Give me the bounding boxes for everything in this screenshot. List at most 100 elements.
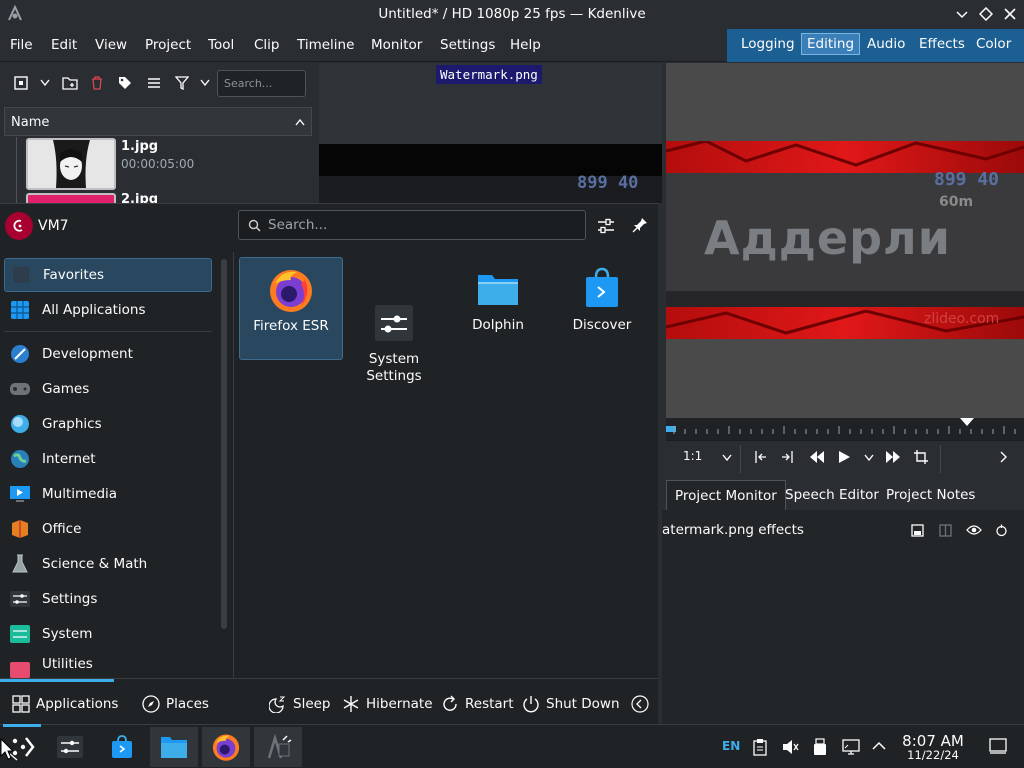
volume-muted-icon[interactable] xyxy=(781,738,799,756)
more-actions-button[interactable] xyxy=(631,695,655,713)
maximize-icon[interactable] xyxy=(979,7,993,21)
monitor-ruler[interactable] xyxy=(666,418,1024,440)
clipboard-icon[interactable] xyxy=(752,738,768,756)
places-tab[interactable]: Places xyxy=(142,695,209,713)
category-development[interactable]: Development xyxy=(4,337,212,371)
add-clip-icon[interactable] xyxy=(14,76,28,90)
restart-icon xyxy=(443,695,457,711)
configure-icon[interactable] xyxy=(597,217,615,235)
zoom-level[interactable]: 1:1 xyxy=(683,449,702,463)
rewind-icon[interactable] xyxy=(809,450,825,464)
crop-icon[interactable] xyxy=(914,450,928,464)
tab-speech-editor[interactable]: Speech Editor xyxy=(777,480,887,510)
launcher-footer: Applications Places Sleep Hibernate Rest… xyxy=(0,678,658,725)
sort-ascending-icon[interactable] xyxy=(295,118,305,126)
tab-project-monitor[interactable]: Project Monitor xyxy=(666,480,786,510)
delete-icon[interactable] xyxy=(90,76,104,90)
menu-project[interactable]: Project xyxy=(145,37,191,53)
category-science-math[interactable]: Science & Math xyxy=(4,547,212,581)
hibernate-button[interactable]: Hibernate xyxy=(342,695,433,713)
menu-view[interactable]: View xyxy=(95,37,127,53)
taskbar-firefox[interactable] xyxy=(202,727,250,767)
chevron-down-icon[interactable] xyxy=(722,454,732,462)
category-games[interactable]: Games xyxy=(4,372,212,406)
favorite-dolphin[interactable]: Dolphin xyxy=(446,257,550,360)
compare-icon[interactable] xyxy=(939,524,952,537)
chevron-down-icon[interactable] xyxy=(200,79,210,87)
bin-search-input[interactable]: Search... xyxy=(217,70,306,97)
filter-icon[interactable] xyxy=(175,76,189,90)
new-folder-icon[interactable] xyxy=(62,76,78,90)
show-desktop-icon[interactable] xyxy=(989,738,1007,754)
menu-timeline[interactable]: Timeline xyxy=(297,37,354,53)
multimedia-icon xyxy=(8,482,32,506)
menu-tool[interactable]: Tool xyxy=(208,37,234,53)
menu-settings[interactable]: Settings xyxy=(440,37,495,53)
save-effect-icon[interactable] xyxy=(911,524,924,537)
keyboard-layout-indicator[interactable]: EN xyxy=(722,739,740,753)
category-system[interactable]: System xyxy=(4,617,212,651)
tab-project-notes[interactable]: Project Notes xyxy=(878,480,983,510)
bin-column-header[interactable]: Name xyxy=(4,107,312,136)
forward-icon[interactable] xyxy=(885,450,901,464)
menu-help[interactable]: Help xyxy=(510,37,541,53)
applications-tab[interactable]: Applications xyxy=(12,695,118,713)
chevron-down-icon[interactable] xyxy=(864,454,874,462)
favorite-system-settings[interactable]: System Settings xyxy=(342,257,446,384)
category-internet[interactable]: Internet xyxy=(4,442,212,476)
menu-monitor[interactable]: Monitor xyxy=(371,37,422,53)
category-multimedia[interactable]: Multimedia xyxy=(4,477,212,511)
network-icon[interactable] xyxy=(842,738,860,756)
user-avatar[interactable] xyxy=(5,212,33,240)
play-icon[interactable] xyxy=(837,450,851,464)
digital-clock[interactable]: 8:07 AM 11/22/24 xyxy=(899,732,967,762)
chevron-right-icon[interactable] xyxy=(1000,451,1008,463)
places-label: Places xyxy=(166,696,209,712)
category-graphics[interactable]: Graphics xyxy=(4,407,212,441)
taskbar-discover[interactable] xyxy=(98,727,146,767)
layout-color[interactable]: Color xyxy=(971,33,1016,55)
effect-stack-title: atermark.png effects xyxy=(662,522,804,538)
menu-clip[interactable]: Clip xyxy=(254,37,280,53)
category-scrollbar[interactable] xyxy=(221,259,227,629)
layout-effects[interactable]: Effects xyxy=(914,33,970,55)
category-favorites[interactable]: Favorites xyxy=(4,258,212,292)
close-icon[interactable] xyxy=(1003,7,1017,21)
project-monitor[interactable]: 899 40 60m Аддерли zlideo.com xyxy=(666,63,1024,418)
search-placeholder: Search... xyxy=(268,217,328,233)
category-all-applications[interactable]: All Applications xyxy=(4,293,212,327)
reset-icon[interactable] xyxy=(995,524,1008,537)
taskbar-kdenlive[interactable] xyxy=(254,727,302,767)
layout-audio[interactable]: Audio xyxy=(862,33,910,55)
playhead-marker[interactable] xyxy=(959,418,974,426)
pin-icon[interactable] xyxy=(632,217,648,233)
taskbar-dolphin[interactable] xyxy=(150,727,198,767)
menu-file[interactable]: File xyxy=(10,37,33,53)
usb-device-icon[interactable] xyxy=(813,738,827,756)
restart-button[interactable]: Restart xyxy=(441,695,514,713)
layout-editing[interactable]: Editing xyxy=(801,33,861,55)
taskbar-system-settings[interactable] xyxy=(46,727,94,767)
category-settings[interactable]: Settings xyxy=(4,582,212,616)
sleep-button[interactable]: Sleep xyxy=(269,695,331,713)
chevron-up-icon[interactable] xyxy=(872,741,886,751)
minimize-icon[interactable] xyxy=(955,7,969,21)
launcher-search-input[interactable]: Search... xyxy=(238,210,586,240)
set-out-point-icon[interactable] xyxy=(781,450,795,464)
category-office[interactable]: Office xyxy=(4,512,212,546)
view-list-icon[interactable] xyxy=(147,76,161,90)
app-label: Dolphin xyxy=(472,317,524,333)
clip-monitor[interactable]: 899 40 xyxy=(319,63,662,203)
set-in-point-icon[interactable] xyxy=(753,450,767,464)
chevron-down-icon[interactable] xyxy=(40,79,50,87)
clip-thumbnail[interactable] xyxy=(26,138,116,190)
menu-edit[interactable]: Edit xyxy=(51,37,77,53)
eye-icon[interactable] xyxy=(966,524,982,536)
favorite-firefox-esr[interactable]: Firefox ESR xyxy=(239,257,343,360)
monitor-controls: 1:1 xyxy=(666,440,1024,476)
tag-icon[interactable] xyxy=(118,76,132,90)
favorite-discover[interactable]: Discover xyxy=(550,257,654,360)
layout-logging[interactable]: Logging xyxy=(736,33,800,55)
category-utilities[interactable]: Utilities xyxy=(4,652,212,678)
shutdown-button[interactable]: Shut Down xyxy=(522,695,620,713)
